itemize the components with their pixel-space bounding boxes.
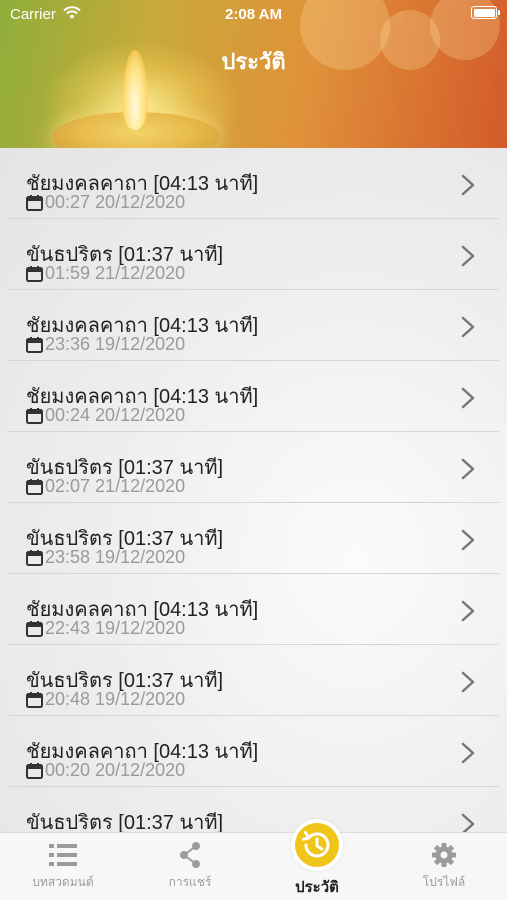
chevron-right-icon — [461, 174, 475, 196]
list-item[interactable]: ขันธปริตร [01:37 นาที] 20:48 19/12/2020 — [8, 645, 499, 716]
tab-label: การแชร์ — [168, 875, 212, 889]
list-item[interactable]: ชัยมงคลคาถา [04:13 นาที] 00:20 20/12/202… — [8, 716, 499, 787]
calendar-icon — [26, 763, 43, 779]
header-banner: Carrier 2:08 AM ประวัติ — [0, 0, 507, 148]
item-datetime: 01:59 21/12/2020 — [26, 263, 185, 284]
page-title: ประวัติ — [221, 49, 286, 74]
chevron-right-icon — [461, 600, 475, 622]
tab-prayers[interactable]: บทสวดมนต์ — [0, 833, 126, 900]
item-datetime: 23:58 19/12/2020 — [26, 547, 185, 568]
list-item[interactable]: ขันธปริตร [01:37 นาที] 23:58 19/12/2020 — [8, 503, 499, 574]
history-list[interactable]: ชัยมงคลคาถา [04:13 นาที] 00:27 20/12/202… — [0, 148, 507, 832]
calendar-icon — [26, 692, 43, 708]
calendar-icon — [26, 479, 43, 495]
list-item[interactable]: ขันธปริตร [01:37 นาที] — [8, 787, 499, 832]
chevron-right-icon — [461, 458, 475, 480]
clock: 2:08 AM — [225, 6, 282, 23]
calendar-icon — [26, 195, 43, 211]
tab-bar: บทสวดมนต์ การแชร์ ประวัติ โปรไฟล์ — [0, 819, 507, 900]
tab-share[interactable]: การแชร์ — [127, 833, 253, 900]
item-datetime: 22:43 19/12/2020 — [26, 618, 185, 639]
item-title: ขันธปริตร [01:37 นาที] — [26, 812, 224, 832]
gear-icon — [432, 843, 456, 867]
tab-label: โปรไฟล์ — [422, 875, 466, 889]
list-item[interactable]: ขันธปริตร [01:37 นาที] 01:59 21/12/2020 — [8, 219, 499, 290]
tab-label: ประวัติ — [295, 879, 339, 896]
share-icon — [180, 842, 200, 868]
chevron-right-icon — [461, 387, 475, 409]
list-icon — [49, 844, 77, 866]
calendar-icon — [26, 621, 43, 637]
chevron-right-icon — [461, 245, 475, 267]
list-item[interactable]: ขันธปริตร [01:37 นาที] 02:07 21/12/2020 — [8, 432, 499, 503]
calendar-icon — [26, 550, 43, 566]
chevron-right-icon — [461, 316, 475, 338]
item-datetime: 00:20 20/12/2020 — [26, 760, 185, 781]
item-datetime: 20:48 19/12/2020 — [26, 689, 185, 710]
calendar-icon — [26, 408, 43, 424]
list-item[interactable]: ชัยมงคลคาถา [04:13 นาที] 22:43 19/12/202… — [8, 574, 499, 645]
calendar-icon — [26, 337, 43, 353]
status-bar: Carrier 2:08 AM — [0, 0, 507, 28]
calendar-icon — [26, 266, 43, 282]
list-item[interactable]: ชัยมงคลคาถา [04:13 นาที] 00:27 20/12/202… — [8, 148, 499, 219]
item-datetime: 02:07 21/12/2020 — [26, 476, 185, 497]
item-datetime: 00:27 20/12/2020 — [26, 192, 185, 213]
item-datetime: 00:24 20/12/2020 — [26, 405, 185, 426]
chevron-right-icon — [461, 671, 475, 693]
tab-profile[interactable]: โปรไฟล์ — [381, 833, 507, 900]
chevron-right-icon — [461, 813, 475, 832]
item-datetime: 23:36 19/12/2020 — [26, 334, 185, 355]
tab-history[interactable]: ประวัติ — [254, 833, 380, 900]
chevron-right-icon — [461, 742, 475, 764]
chevron-right-icon — [461, 529, 475, 551]
tab-label: บทสวดมนต์ — [32, 875, 94, 889]
list-item[interactable]: ชัยมงคลคาถา [04:13 นาที] 23:36 19/12/202… — [8, 290, 499, 361]
list-item[interactable]: ชัยมงคลคาถา [04:13 นาที] 00:24 20/12/202… — [8, 361, 499, 432]
battery-icon — [471, 6, 500, 19]
